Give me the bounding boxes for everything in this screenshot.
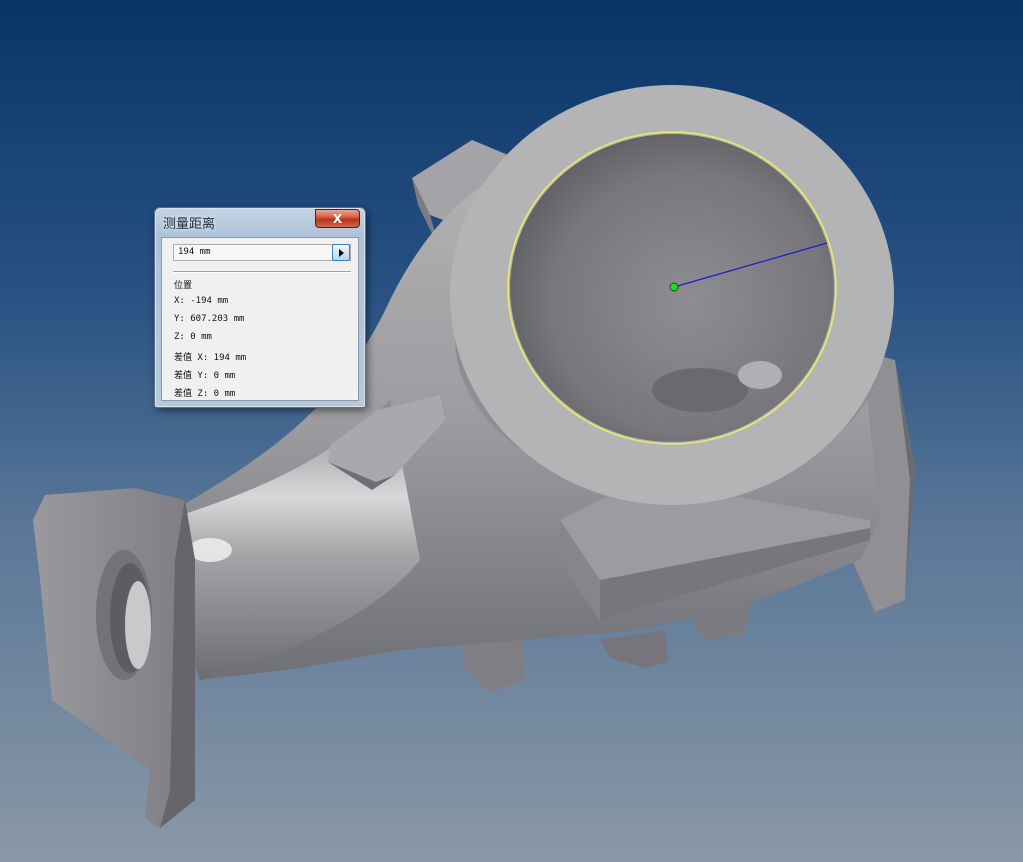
right-arrow-icon [338, 248, 344, 257]
delta-x: 差值 X: 194 mm [174, 353, 247, 363]
top-collar[interactable] [450, 85, 894, 505]
close-button[interactable]: X [315, 209, 360, 228]
close-icon: X [332, 211, 343, 226]
inner-passage [652, 368, 748, 412]
left-flange [33, 488, 195, 828]
z-coordinate: Z: 0 mm [174, 332, 212, 342]
center-point-marker[interactable] [669, 282, 679, 292]
inner-highlight [738, 361, 782, 389]
delta-z: 差值 Z: 0 mm [174, 389, 236, 399]
distance-value-field[interactable]: 194 mm [173, 244, 351, 261]
3d-viewport[interactable] [0, 0, 1023, 862]
dialog-title: 测量距离 [163, 217, 216, 232]
position-label: 位置 [174, 281, 193, 291]
dialog-content: 194 mm 位置 X: -194 mm Y: 607.203 mm Z: 0 … [161, 237, 359, 401]
separator [173, 271, 351, 273]
y-coordinate: Y: 607.203 mm [174, 314, 245, 324]
delta-y: 差值 Y: 0 mm [174, 371, 236, 381]
measure-distance-dialog[interactable]: 测量距离 X 194 mm 位置 X: -194 mm Y: 607.203 m… [154, 207, 366, 408]
x-coordinate: X: -194 mm [174, 296, 229, 306]
expand-button[interactable] [332, 244, 350, 261]
pipe-fitting-model[interactable] [0, 0, 1023, 862]
